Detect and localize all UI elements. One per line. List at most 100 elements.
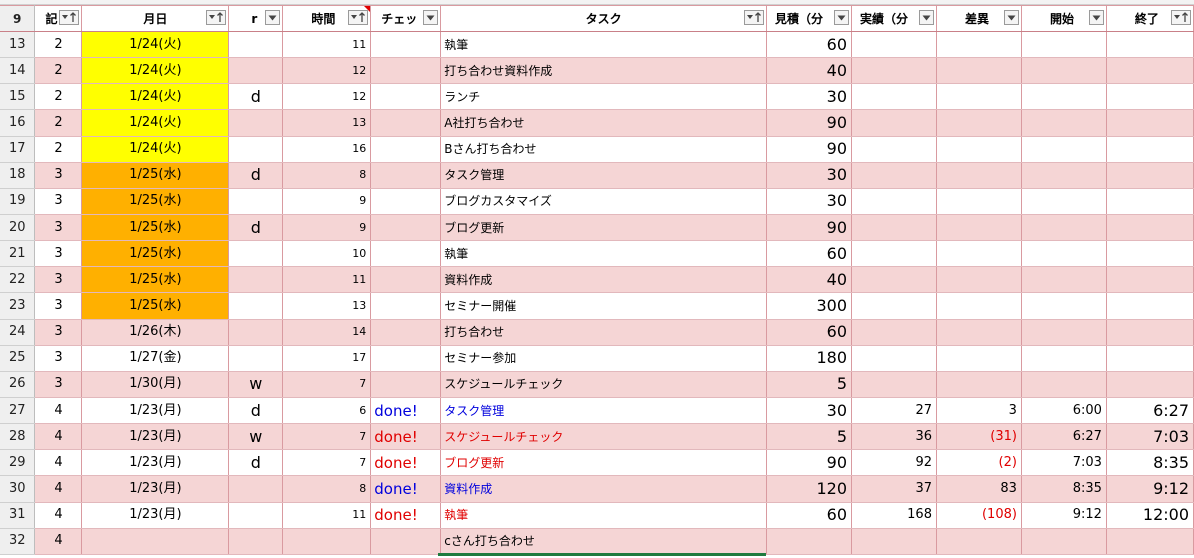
- row-number[interactable]: 19: [0, 188, 36, 215]
- cell-start[interactable]: 9:12: [1021, 502, 1107, 529]
- cell-r[interactable]: [228, 188, 284, 215]
- cell-task[interactable]: 執筆: [440, 31, 768, 59]
- cell-date[interactable]: 1/23(月): [81, 502, 230, 529]
- cell-task[interactable]: 資料作成: [440, 475, 768, 503]
- cell-estimate[interactable]: 30: [766, 397, 853, 425]
- cell-time[interactable]: 9: [282, 214, 372, 242]
- cell-actual[interactable]: [851, 57, 937, 85]
- cell-check[interactable]: [370, 31, 442, 59]
- cell-start[interactable]: [1021, 188, 1107, 215]
- cell-task[interactable]: 打ち合わせ資料作成: [440, 57, 768, 85]
- cell-task[interactable]: 執筆: [440, 240, 768, 268]
- cell-r[interactable]: d: [228, 162, 284, 189]
- cell-estimate[interactable]: 30: [766, 162, 853, 189]
- cell-r[interactable]: w: [228, 423, 284, 451]
- cell-ki[interactable]: 3: [34, 214, 83, 242]
- cell-r[interactable]: [228, 57, 284, 85]
- cell-end[interactable]: 8:35: [1106, 449, 1194, 477]
- cell-r[interactable]: [228, 109, 284, 137]
- cell-check[interactable]: [370, 162, 442, 189]
- cell-estimate[interactable]: 90: [766, 449, 853, 477]
- cell-ki[interactable]: 4: [34, 397, 83, 425]
- cell-task[interactable]: 執筆: [440, 502, 768, 529]
- cell-diff[interactable]: [936, 214, 1022, 242]
- filter-dropdown-icon[interactable]: [1003, 10, 1019, 25]
- cell-start[interactable]: [1021, 162, 1107, 189]
- cell-estimate[interactable]: 30: [766, 83, 853, 111]
- cell-check[interactable]: done!: [370, 502, 442, 529]
- cell-diff[interactable]: [936, 109, 1022, 137]
- cell-r[interactable]: [228, 502, 284, 529]
- cell-check[interactable]: [370, 319, 442, 346]
- cell-time[interactable]: 10: [282, 240, 372, 268]
- cell-ki[interactable]: 2: [34, 31, 83, 59]
- cell-date[interactable]: 1/23(月): [81, 475, 230, 503]
- cell-ki[interactable]: 3: [34, 319, 83, 346]
- cell-end[interactable]: [1106, 109, 1194, 137]
- cell-date[interactable]: 1/25(水): [81, 188, 230, 215]
- cell-check[interactable]: done!: [370, 475, 442, 503]
- cell-time[interactable]: 7: [282, 371, 372, 398]
- cell-date[interactable]: 1/24(火): [81, 31, 230, 59]
- cell-task[interactable]: タスク管理: [440, 162, 768, 189]
- cell-end[interactable]: [1106, 31, 1194, 59]
- cell-end[interactable]: [1106, 240, 1194, 268]
- cell-actual[interactable]: [851, 188, 937, 215]
- cell-date[interactable]: 1/27(金): [81, 345, 230, 372]
- cell-time[interactable]: 7: [282, 449, 372, 477]
- col-header-start[interactable]: 開始: [1021, 5, 1107, 32]
- row-number[interactable]: 14: [0, 57, 36, 85]
- cell-r[interactable]: d: [228, 397, 284, 425]
- cell-diff[interactable]: (31): [936, 423, 1022, 451]
- cell-estimate[interactable]: 300: [766, 292, 853, 320]
- cell-ki[interactable]: 4: [34, 502, 83, 529]
- cell-check[interactable]: [370, 345, 442, 372]
- col-header-time[interactable]: 時間: [282, 5, 372, 32]
- cell-end[interactable]: [1106, 371, 1194, 398]
- filter-dropdown-icon[interactable]: [265, 10, 281, 25]
- cell-date[interactable]: 1/23(月): [81, 449, 230, 477]
- cell-end[interactable]: 12:00: [1106, 502, 1194, 529]
- cell-estimate[interactable]: 40: [766, 266, 853, 294]
- row-number[interactable]: 32: [0, 528, 36, 555]
- cell-task[interactable]: セミナー参加: [440, 345, 768, 372]
- cell-check[interactable]: done!: [370, 397, 442, 425]
- cell-check[interactable]: [370, 136, 442, 163]
- cell-check[interactable]: [370, 57, 442, 85]
- cell-r[interactable]: [228, 136, 284, 163]
- cell-estimate[interactable]: 90: [766, 214, 853, 242]
- cell-start[interactable]: 6:00: [1021, 397, 1107, 425]
- cell-estimate[interactable]: 90: [766, 136, 853, 163]
- cell-r[interactable]: [228, 240, 284, 268]
- cell-diff[interactable]: 3: [936, 397, 1022, 425]
- cell-task[interactable]: ブログ更新: [440, 449, 768, 477]
- row-number[interactable]: 28: [0, 423, 36, 451]
- cell-ki[interactable]: 3: [34, 188, 83, 215]
- cell-diff[interactable]: (2): [936, 449, 1022, 477]
- cell-diff[interactable]: [936, 528, 1022, 555]
- cell-end[interactable]: 9:12: [1106, 475, 1194, 503]
- cell-time[interactable]: 11: [282, 31, 372, 59]
- cell-estimate[interactable]: [766, 528, 853, 555]
- cell-time[interactable]: 11: [282, 502, 372, 529]
- col-header-task[interactable]: タスク: [440, 5, 768, 32]
- cell-end[interactable]: 7:03: [1106, 423, 1194, 451]
- cell-time[interactable]: 17: [282, 345, 372, 372]
- cell-actual[interactable]: 36: [851, 423, 937, 451]
- cell-r[interactable]: d: [228, 83, 284, 111]
- cell-start[interactable]: [1021, 292, 1107, 320]
- cell-time[interactable]: 14: [282, 319, 372, 346]
- cell-check[interactable]: [370, 83, 442, 111]
- cell-start[interactable]: [1021, 240, 1107, 268]
- sort-filter-icon[interactable]: [206, 10, 227, 25]
- cell-actual[interactable]: [851, 162, 937, 189]
- col-header-estimate[interactable]: 見積（分: [766, 5, 853, 32]
- cell-r[interactable]: [228, 475, 284, 503]
- cell-task[interactable]: A社打ち合わせ: [440, 109, 768, 137]
- cell-end[interactable]: [1106, 162, 1194, 189]
- cell-estimate[interactable]: 90: [766, 109, 853, 137]
- cell-task[interactable]: Bさん打ち合わせ: [440, 136, 768, 163]
- cell-diff[interactable]: [936, 31, 1022, 59]
- cell-r[interactable]: w: [228, 371, 284, 398]
- cell-r[interactable]: [228, 292, 284, 320]
